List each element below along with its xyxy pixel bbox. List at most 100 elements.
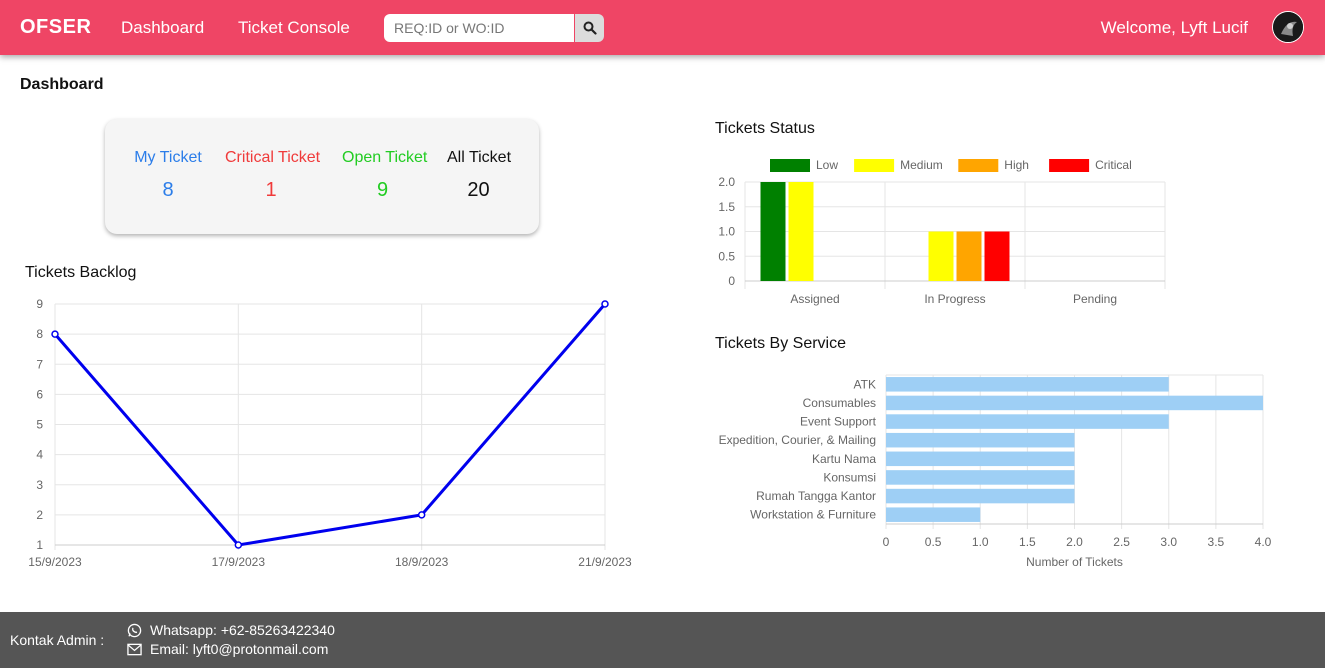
status-y-tick-label: 0.5 (718, 249, 735, 263)
backlog-y-tick-label: 4 (36, 448, 43, 462)
backlog-y-tick-label: 3 (36, 478, 43, 492)
service-bar (886, 395, 1263, 411)
critical-ticket-count: 1 (265, 179, 277, 201)
service-bar-chart: 0 0.5 1.0 1.5 2.0 2.5 3.0 3.5 4.0 ATK Consumables E… (719, 374, 1272, 569)
all-ticket-count: 20 (467, 179, 490, 201)
status-bar-critical (984, 231, 1010, 281)
status-x-tick-label: Pending (1073, 292, 1117, 306)
avatar-image (1273, 12, 1303, 42)
backlog-line-chart: 1 2 3 4 5 6 7 8 9 15/9/2023 17/9/2023 18/9/2023 21/9… (28, 297, 632, 569)
status-bar-medium (788, 182, 814, 281)
backlog-data-point (234, 541, 243, 549)
service-x-axis-label: Number of Tickets (1026, 555, 1123, 569)
brand-logo[interactable]: OFSER (20, 16, 91, 39)
open-ticket-label: Open Ticket (342, 149, 428, 166)
page-title: Dashboard (20, 76, 104, 93)
service-bar (886, 432, 1075, 448)
service-x-tick-label: 0.5 (925, 535, 942, 549)
whatsapp-icon (127, 623, 142, 637)
status-bar-chart: Low Medium High Critical 0 0.5 1.0 1.5 2.0 Assign… (718, 158, 1166, 306)
status-legend-label: Medium (900, 158, 943, 172)
status-bar-low (760, 182, 786, 281)
welcome-text: Welcome, Lyft Lucif (1100, 18, 1248, 37)
backlog-y-tick-label: 5 (36, 418, 43, 432)
service-bar (886, 470, 1075, 485)
service-y-tick-label: Workstation & Furniture (750, 508, 876, 522)
whatsapp-contact[interactable]: Whatsapp: +62-85263422340 (127, 622, 335, 638)
footer-contact-label: Kontak Admin : (10, 632, 105, 648)
backlog-data-point (417, 511, 426, 519)
status-legend-swatch (854, 159, 895, 172)
status-y-tick-label: 1.5 (718, 200, 735, 214)
backlog-y-tick-label: 8 (36, 327, 43, 341)
backlog-data-point (601, 300, 609, 308)
service-x-tick-label: 2.5 (1113, 535, 1130, 549)
service-x-tick-label: 1.0 (972, 535, 989, 549)
all-ticket-label: All Ticket (447, 149, 512, 166)
backlog-data-point (51, 330, 59, 338)
status-legend-label: Critical (1095, 158, 1132, 172)
status-x-tick-label: Assigned (790, 292, 839, 306)
status-bar-medium (928, 231, 954, 281)
backlog-x-tick-label: 15/9/2023 (28, 555, 82, 569)
status-y-tick-label: 1.0 (718, 225, 735, 239)
backlog-x-tick-label: 18/9/2023 (395, 555, 449, 569)
service-x-tick-label: 2.0 (1066, 535, 1083, 549)
backlog-y-tick-label: 7 (36, 357, 43, 371)
envelope-icon (127, 643, 142, 655)
status-legend-label: High (1004, 158, 1029, 172)
service-x-tick-label: 3.0 (1160, 535, 1177, 549)
nav-dashboard-link[interactable]: Dashboard (121, 18, 204, 38)
backlog-y-tick-label: 2 (36, 508, 43, 522)
service-bar (886, 488, 1075, 504)
all-ticket-stat[interactable]: All Ticket 20 (447, 149, 512, 202)
status-x-tick-label: In Progress (924, 292, 985, 306)
status-y-tick-label: 2.0 (718, 175, 735, 189)
service-y-tick-label: Konsumsi (823, 470, 876, 484)
critical-ticket-stat[interactable]: Critical Ticket 1 (225, 149, 320, 202)
open-ticket-count: 9 (376, 179, 389, 201)
backlog-y-tick-label: 9 (36, 297, 43, 311)
footer: Kontak Admin : Whatsapp: +62-85263422340… (0, 612, 1325, 668)
my-ticket-label: My Ticket (134, 149, 202, 166)
service-bar (886, 377, 1169, 392)
service-y-tick-label: Rumah Tangga Kantor (756, 489, 876, 503)
service-x-tick-label: 3.5 (1208, 535, 1225, 549)
service-bar (886, 507, 981, 522)
backlog-y-tick-label: 1 (36, 538, 43, 552)
backlog-y-tick-label: 6 (36, 387, 43, 401)
open-ticket-stat[interactable]: Open Ticket 9 (342, 149, 428, 202)
status-title: Tickets Status (715, 120, 815, 137)
my-ticket-count: 8 (162, 179, 174, 201)
service-x-tick-label: 0 (883, 535, 890, 549)
status-legend-swatch (770, 159, 810, 172)
service-y-tick-label: Expedition, Courier, & Mailing (719, 433, 876, 447)
email-text: Email: lyft0@protonmail.com (150, 641, 329, 657)
backlog-title: Tickets Backlog (25, 264, 137, 281)
status-legend-swatch (958, 159, 999, 172)
backlog-x-tick-label: 21/9/2023 (578, 555, 632, 569)
whatsapp-text: Whatsapp: +62-85263422340 (150, 622, 335, 638)
avatar[interactable] (1272, 11, 1304, 43)
status-y-tick-label: 0 (728, 274, 735, 288)
service-bar (886, 451, 1075, 467)
top-navbar: OFSER Dashboard Ticket Console Welcome, … (0, 0, 1325, 55)
service-y-tick-label: Event Support (800, 415, 877, 429)
service-x-tick-label: 1.5 (1019, 535, 1036, 549)
status-legend-swatch (1049, 159, 1090, 172)
service-y-tick-label: Consumables (803, 396, 876, 410)
ticket-summary-card: My Ticket 8 Critical Ticket 1 Open Ticke… (105, 119, 539, 234)
status-bar-high (956, 231, 982, 281)
service-x-tick-label: 4.0 (1255, 535, 1272, 549)
service-title: Tickets By Service (715, 335, 846, 352)
service-bar (886, 414, 1169, 429)
my-ticket-stat[interactable]: My Ticket 8 (134, 149, 202, 202)
search-input[interactable] (384, 14, 574, 42)
service-y-tick-label: Kartu Nama (812, 452, 876, 466)
service-y-tick-label: ATK (854, 377, 876, 391)
status-legend-label: Low (816, 158, 838, 172)
search-icon (583, 21, 597, 35)
nav-ticket-console-link[interactable]: Ticket Console (238, 18, 350, 38)
email-contact[interactable]: Email: lyft0@protonmail.com (127, 641, 328, 657)
search-button[interactable] (575, 14, 604, 42)
